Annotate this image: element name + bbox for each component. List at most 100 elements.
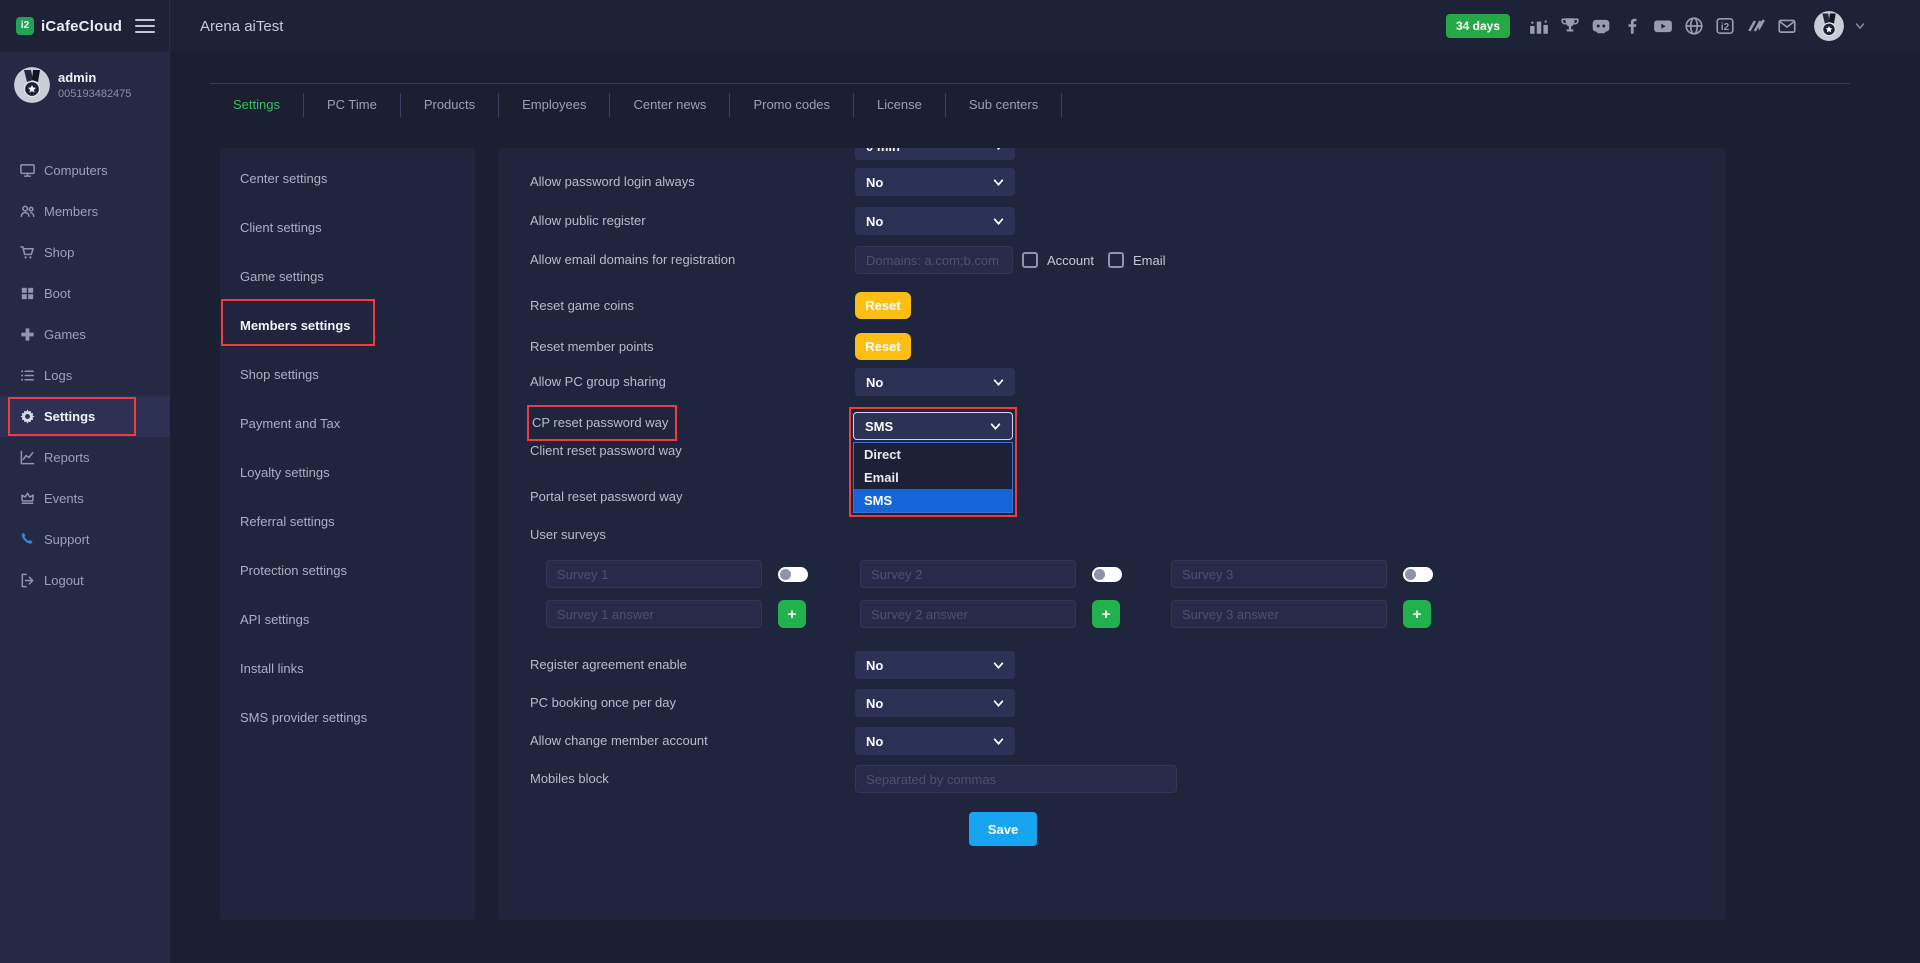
sidebar-item-events[interactable]: Events (0, 478, 170, 519)
tab-settings[interactable]: Settings (210, 93, 304, 117)
form-row-mobiles-block: Mobiles block (530, 765, 1702, 793)
tab-employees[interactable]: Employees (499, 93, 610, 117)
email-checkbox[interactable] (1108, 252, 1124, 268)
cp-reset-password-way-select[interactable]: SMS (853, 412, 1013, 440)
layers-icon[interactable] (1746, 16, 1766, 36)
mail-icon[interactable] (1777, 16, 1797, 36)
pc-booking-select[interactable]: No (855, 689, 1015, 717)
sidebar-user[interactable]: admin 005193482475 (0, 52, 170, 108)
tab-promo-codes[interactable]: Promo codes (730, 93, 854, 117)
tab-products[interactable]: Products (401, 93, 499, 117)
sidebar-item-label: Logs (44, 368, 72, 383)
dropdown-option-email[interactable]: Email (854, 466, 1012, 489)
chevron-down-icon[interactable] (1855, 21, 1865, 31)
account-checkbox-label: Account (1047, 253, 1094, 268)
left-sidebar: admin 005193482475 Computers Members Sho… (0, 52, 170, 963)
sidebar-item-logs[interactable]: Logs (0, 355, 170, 396)
logout-icon (19, 572, 36, 589)
submenu-members-settings[interactable]: Members settings (220, 301, 475, 350)
submenu-referral-settings[interactable]: Referral settings (220, 497, 475, 546)
dropdown-option-sms[interactable]: SMS (854, 489, 1012, 512)
survey-1-add-button[interactable]: + (778, 600, 806, 628)
tab-pc-time[interactable]: PC Time (304, 93, 401, 117)
submenu-sms-provider-settings[interactable]: SMS provider settings (220, 693, 475, 742)
mobiles-block-input[interactable] (855, 765, 1177, 793)
sidebar-item-computers[interactable]: Computers (0, 150, 170, 191)
survey-3-answer-input[interactable] (1171, 600, 1387, 628)
sidebar-item-support[interactable]: Support (0, 519, 170, 560)
submenu-api-settings[interactable]: API settings (220, 595, 475, 644)
annotation-box-cp-reset-select: SMS Direct Email SMS (849, 407, 1017, 517)
tab-license[interactable]: License (854, 93, 946, 117)
sidebar-item-label: Events (44, 491, 84, 506)
top-bar: i2 iCafeCloud Arena aiTest 34 days i2 (0, 0, 1920, 52)
submenu-shop-settings[interactable]: Shop settings (220, 350, 475, 399)
survey-2-add-button[interactable]: + (1092, 600, 1120, 628)
sidebar-item-settings[interactable]: Settings (0, 396, 170, 437)
trophy-icon[interactable] (1560, 16, 1580, 36)
tab-bar: Settings PC Time Products Employees Cent… (210, 83, 1850, 125)
save-button[interactable]: Save (969, 812, 1037, 846)
survey-3-input[interactable] (1171, 560, 1387, 588)
field-label: Allow PC group sharing (530, 368, 666, 396)
survey-2-answer-input[interactable] (860, 600, 1076, 628)
survey-1-answer-input[interactable] (546, 600, 762, 628)
field-label: CP reset password way (532, 407, 668, 439)
new-member-offer-select[interactable]: 0 min (855, 148, 1015, 160)
form-row-register-agreement: Register agreement enable No (530, 651, 1702, 679)
globe-icon[interactable] (1684, 16, 1704, 36)
list-icon (19, 367, 36, 384)
allow-public-register-select[interactable]: No (855, 207, 1015, 235)
sidebar-item-shop[interactable]: Shop (0, 232, 170, 273)
reset-game-coins-button[interactable]: Reset (855, 292, 911, 319)
tab-center-news[interactable]: Center news (610, 93, 730, 117)
sidebar-item-members[interactable]: Members (0, 191, 170, 232)
facebook-icon[interactable] (1622, 16, 1642, 36)
user-name: admin (58, 70, 131, 85)
sidebar-item-reports[interactable]: Reports (0, 437, 170, 478)
survey-2-toggle[interactable] (1092, 567, 1122, 582)
survey-2-input[interactable] (860, 560, 1076, 588)
email-domains-input[interactable] (855, 246, 1013, 274)
allow-pc-group-sharing-select[interactable]: No (855, 368, 1015, 396)
submenu-client-settings[interactable]: Client settings (220, 203, 475, 252)
leaderboard-icon[interactable] (1529, 16, 1549, 36)
tab-sub-centers[interactable]: Sub centers (946, 93, 1062, 117)
submenu-center-settings[interactable]: Center settings (220, 154, 475, 203)
survey-1-input[interactable] (546, 560, 762, 588)
sidebar-item-label: Logout (44, 573, 84, 588)
crown-icon (19, 490, 36, 507)
field-label: Register agreement enable (530, 651, 687, 679)
discord-icon[interactable] (1591, 16, 1611, 36)
account-checkbox[interactable] (1022, 252, 1038, 268)
survey-3-toggle[interactable] (1403, 567, 1433, 582)
sidebar-item-games[interactable]: Games (0, 314, 170, 355)
youtube-icon[interactable] (1653, 16, 1673, 36)
reset-member-points-button[interactable]: Reset (855, 333, 911, 360)
submenu-payment-and-tax[interactable]: Payment and Tax (220, 399, 475, 448)
license-days-badge[interactable]: 34 days (1446, 14, 1510, 38)
chevron-down-icon (993, 216, 1004, 227)
survey-1-toggle[interactable] (778, 567, 808, 582)
field-label: New member offer (530, 148, 637, 152)
submenu-install-links[interactable]: Install links (220, 644, 475, 693)
sidebar-item-boot[interactable]: Boot (0, 273, 170, 314)
register-agreement-select[interactable]: No (855, 651, 1015, 679)
icafecloud-site-icon[interactable]: i2 (1715, 16, 1735, 36)
icafecloud-logo-icon: i2 (16, 17, 34, 35)
submenu-game-settings[interactable]: Game settings (220, 252, 475, 301)
survey-3-add-button[interactable]: + (1403, 600, 1431, 628)
gear-icon (19, 408, 36, 425)
submenu-protection-settings[interactable]: Protection settings (220, 546, 475, 595)
users-icon (19, 203, 36, 220)
submenu-loyalty-settings[interactable]: Loyalty settings (220, 448, 475, 497)
phone-icon (19, 531, 36, 548)
field-label: Allow change member account (530, 727, 708, 755)
user-avatar[interactable] (1814, 11, 1844, 41)
sidebar-item-logout[interactable]: Logout (0, 560, 170, 601)
dropdown-option-direct[interactable]: Direct (854, 443, 1012, 466)
allow-password-login-select[interactable]: No (855, 168, 1015, 196)
main-content: Settings PC Time Products Employees Cent… (170, 52, 1920, 963)
hamburger-menu-icon[interactable] (135, 19, 155, 33)
allow-change-member-select[interactable]: No (855, 727, 1015, 755)
